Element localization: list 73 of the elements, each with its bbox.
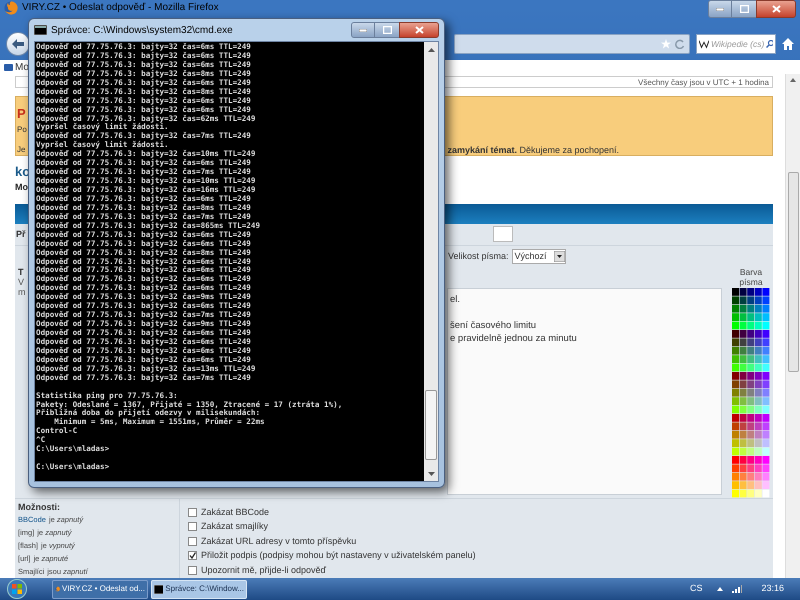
checkbox-label: Přiložit podpis (podpisy mohou být nastaveny v uživatelském panelu)	[201, 549, 476, 562]
clock[interactable]: 23:16	[761, 582, 784, 596]
color-label: Barva písma	[738, 267, 764, 287]
checkbox[interactable]	[188, 536, 197, 546]
font-size-select[interactable]: Výchozí	[512, 248, 566, 264]
maximize-button[interactable]	[375, 22, 399, 38]
message-text: šení časového limitu	[450, 319, 536, 332]
color-palette-drawing[interactable]	[732, 288, 770, 498]
back-button[interactable]	[6, 32, 30, 56]
window-title: VIRY.CZ • Odeslat odpověď - Mozilla Firefox	[22, 1, 219, 15]
scroll-up-icon	[428, 47, 434, 52]
search-icon[interactable]	[766, 40, 773, 48]
timezone-text: Všechny časy jsou v UTC + 1 hodina	[638, 78, 769, 86]
taskbar-button[interactable]: VIRY.CZ • Odeslat od...	[52, 580, 148, 598]
minimize-button[interactable]	[351, 22, 375, 38]
console-scrollbar[interactable]	[424, 42, 438, 481]
notice-text: zamykání témat. Děkujeme za pochopení.	[447, 144, 620, 157]
help-text: V	[18, 277, 24, 287]
bookmark-icon	[4, 64, 13, 70]
reload-icon[interactable]	[675, 39, 685, 49]
console-icon	[154, 584, 164, 594]
close-button[interactable]	[399, 22, 439, 38]
home-icon[interactable]	[782, 38, 794, 50]
checkbox[interactable]	[188, 551, 197, 560]
checkbox-label: Zakázat URL adresy v tomto příspěvku	[201, 534, 356, 548]
show-hidden-icons-icon[interactable]	[717, 587, 724, 591]
firefox-icon	[4, 1, 18, 15]
address-field[interactable]	[454, 34, 690, 54]
minimize-icon	[716, 8, 724, 10]
star-icon[interactable]	[661, 39, 671, 49]
subject-label: Př	[16, 228, 26, 240]
checkbox-label: Zakázat BBCode	[201, 506, 270, 518]
message-text: e pravidelně jednou za minutu	[450, 332, 577, 345]
windows-logo-icon	[7, 579, 27, 599]
checkbox[interactable]	[188, 508, 197, 517]
notice-text: Po	[17, 124, 27, 136]
close-icon	[414, 26, 424, 34]
maximize-button[interactable]	[732, 0, 756, 18]
help-text: T	[18, 267, 24, 277]
language-indicator[interactable]: CS	[690, 582, 702, 596]
options-heading: Možnosti:	[18, 501, 60, 513]
close-button[interactable]	[756, 0, 796, 18]
checkbox-label: Zakázat smajlíky	[201, 520, 268, 533]
checkbox-label: Upozornit mě, přijde-li odpověď	[201, 564, 326, 577]
notice-heading: P	[17, 107, 26, 121]
checkbox[interactable]	[188, 566, 197, 575]
dropdown-arrow-icon	[554, 250, 565, 262]
minimize-icon	[359, 28, 367, 32]
back-arrow-icon	[12, 39, 24, 49]
taskbar-button[interactable]: Správce: C:\Window...	[151, 580, 247, 598]
console-icon	[34, 25, 47, 35]
close-icon	[772, 5, 780, 13]
minimize-button[interactable]	[708, 0, 732, 18]
search-placeholder: Wikipedie (cs)	[711, 38, 764, 50]
maximize-icon	[740, 5, 748, 13]
topic-subtitle: Mo	[15, 182, 28, 192]
notice-text: Je	[17, 144, 26, 156]
page-scrollbar[interactable]	[785, 74, 800, 578]
console-title: Správce: C:\Windows\system32\cmd.exe	[51, 24, 233, 38]
signal-icon[interactable]	[732, 585, 742, 593]
scroll-up-icon	[790, 78, 796, 82]
scroll-down-icon	[428, 472, 434, 477]
scroll-thumb[interactable]	[425, 390, 437, 460]
maximize-icon	[382, 26, 392, 34]
help-text: m	[18, 287, 26, 297]
wikipedia-w-icon	[699, 39, 710, 49]
subject-field[interactable]	[493, 226, 513, 242]
checkbox[interactable]	[188, 522, 197, 532]
bookmark-link[interactable]: Mo	[15, 60, 29, 74]
message-textarea[interactable]: el. šení časového limitu e pravidelně jednou za minutu	[447, 288, 722, 495]
message-text: el.	[450, 293, 460, 306]
font-size-label: Velikost písma:	[448, 250, 509, 263]
scroll-thumb[interactable]	[788, 172, 798, 372]
